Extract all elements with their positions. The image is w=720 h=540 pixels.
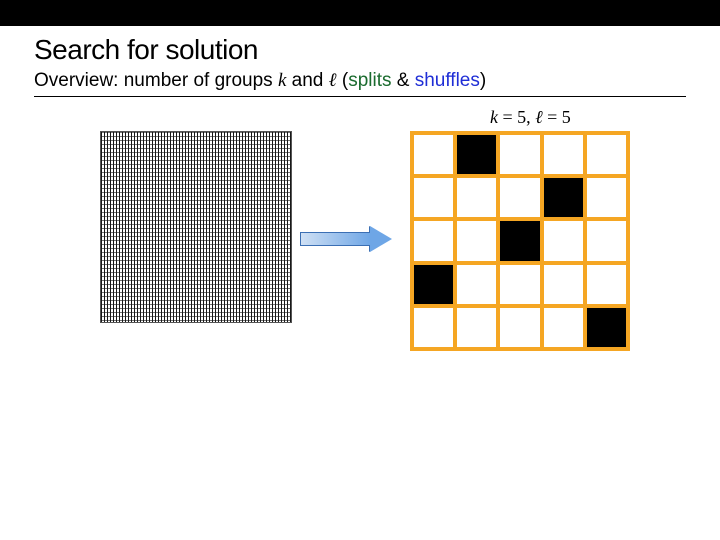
grid-cell-empty <box>544 308 583 347</box>
grid-cell-filled <box>500 221 539 260</box>
grid-cell-empty <box>587 178 626 217</box>
slide-subtitle: Overview: number of groups k and ℓ (spli… <box>0 66 720 92</box>
grid-cell-empty <box>457 221 496 260</box>
dense-matrix-image <box>100 131 292 323</box>
subtitle-close: ) <box>480 70 486 91</box>
grid-cell-empty <box>544 221 583 260</box>
grid-cell-empty <box>587 221 626 260</box>
title-divider <box>34 96 686 97</box>
permutation-grid <box>410 131 630 351</box>
arrow-shaft <box>300 232 372 246</box>
label-eq1: = 5, <box>498 107 535 127</box>
grid-cell-empty <box>414 221 453 260</box>
subtitle-prefix: Overview: number of groups <box>34 70 278 91</box>
grid-params-label: k = 5, ℓ = 5 <box>490 107 571 128</box>
label-k: k <box>490 107 498 127</box>
grid-cell-filled <box>587 308 626 347</box>
grid-cell-empty <box>457 178 496 217</box>
grid-cell-empty <box>500 265 539 304</box>
grid-cell-filled <box>544 178 583 217</box>
grid-cell-empty <box>500 178 539 217</box>
subtitle-mid: and <box>286 70 328 91</box>
window-top-bar <box>0 0 720 26</box>
grid-cell-empty <box>500 308 539 347</box>
grid-cell-empty <box>544 265 583 304</box>
grid-cell-empty <box>414 135 453 174</box>
grid-cell-empty <box>414 308 453 347</box>
grid-cell-empty <box>414 178 453 217</box>
subtitle-shuffles: shuffles <box>415 70 480 91</box>
grid-cell-empty <box>457 265 496 304</box>
label-l: ℓ <box>535 107 543 127</box>
subtitle-amp: & <box>391 70 414 91</box>
grid-cell-filled <box>414 265 453 304</box>
slide-title: Search for solution <box>0 26 720 66</box>
grid-cell-empty <box>500 135 539 174</box>
noise-pattern <box>101 132 291 322</box>
subtitle-open: ( <box>337 70 349 91</box>
grid-cell-empty <box>457 308 496 347</box>
label-eq2: = 5 <box>543 107 571 127</box>
grid-cell-empty <box>544 135 583 174</box>
subtitle-splits: splits <box>348 70 391 91</box>
arrow-head-icon <box>370 226 392 252</box>
transform-arrow <box>300 226 392 252</box>
grid-cell-empty <box>587 135 626 174</box>
grid-cell-empty <box>587 265 626 304</box>
grid-cell-filled <box>457 135 496 174</box>
var-l: ℓ <box>329 70 337 91</box>
